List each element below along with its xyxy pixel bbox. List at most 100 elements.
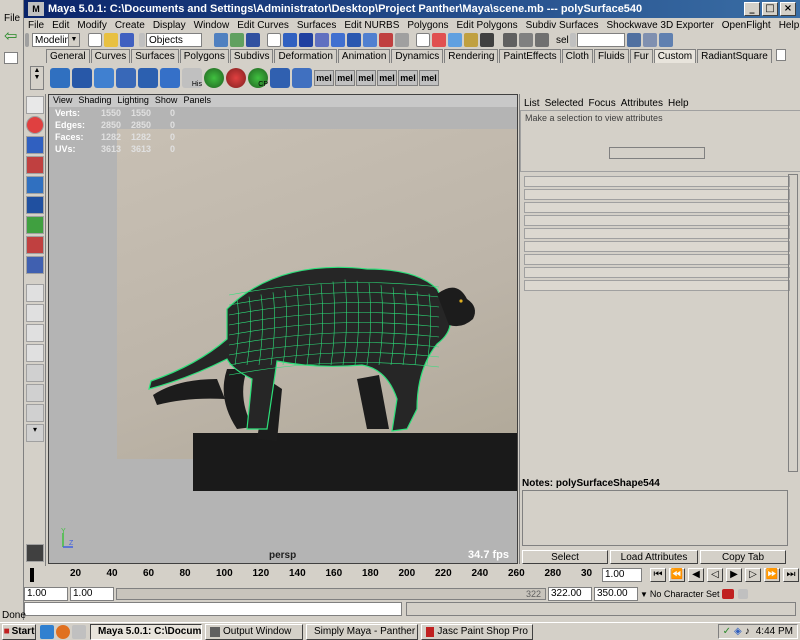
open-scene-icon[interactable] bbox=[104, 33, 118, 47]
append-polygon-icon[interactable] bbox=[138, 68, 158, 88]
playback-start-field[interactable]: 1.00 bbox=[70, 587, 114, 601]
save-scene-icon[interactable] bbox=[120, 33, 134, 47]
quick-select-input[interactable] bbox=[576, 33, 625, 47]
mask-render-icon[interactable] bbox=[379, 33, 393, 47]
menu-display[interactable]: Display bbox=[149, 20, 190, 31]
ie-quicklaunch-icon[interactable] bbox=[40, 624, 54, 639]
menu-edit[interactable]: Edit bbox=[48, 20, 73, 31]
taskbar-item[interactable]: Maya 5.0.1: C:\Docum... bbox=[90, 623, 202, 640]
attr-menu-selected[interactable]: Selected bbox=[543, 98, 586, 109]
new-scene-icon[interactable] bbox=[88, 33, 102, 47]
viewport-menu-view[interactable]: View bbox=[51, 95, 74, 107]
persp-outliner-layout-icon[interactable] bbox=[26, 344, 44, 362]
load-attributes-button[interactable]: Load Attributes bbox=[610, 550, 698, 564]
snap-curve-icon[interactable] bbox=[432, 33, 446, 47]
menu-create[interactable]: Create bbox=[111, 20, 149, 31]
network-icon[interactable]: ◈ bbox=[734, 626, 742, 637]
scale-tool-icon[interactable] bbox=[26, 176, 44, 194]
step-forward-frame-icon[interactable]: ▷ bbox=[745, 568, 761, 582]
mask-surface-icon[interactable] bbox=[331, 33, 345, 47]
tab-fur[interactable]: Fur bbox=[629, 49, 653, 63]
smooth-proxy-icon[interactable] bbox=[204, 68, 224, 88]
attr-menu-focus[interactable]: Focus bbox=[586, 98, 617, 109]
volume-icon[interactable]: ♪ bbox=[745, 626, 750, 637]
taskbar-item[interactable]: Jasc Paint Shop Pro bbox=[421, 623, 533, 640]
combine-icon[interactable] bbox=[292, 68, 312, 88]
current-frame-field[interactable]: 1.00 bbox=[602, 568, 642, 582]
tab-general[interactable]: General bbox=[46, 49, 90, 63]
mode-dropdown[interactable]: Modeling ▼ bbox=[32, 33, 80, 47]
attribute-scrollbar[interactable] bbox=[788, 174, 798, 472]
mask-arrow-icon[interactable] bbox=[139, 33, 145, 47]
menu-polygons[interactable]: Polygons bbox=[403, 20, 452, 31]
channel-box-toggle-icon[interactable] bbox=[626, 33, 641, 47]
back-arrow-icon[interactable]: ⇦ bbox=[4, 29, 20, 45]
history-icon[interactable]: His bbox=[182, 68, 202, 88]
chevron-up-icon[interactable]: ▲ bbox=[31, 67, 43, 74]
menu-window[interactable]: Window bbox=[190, 20, 234, 31]
tab-radiantsquare[interactable]: RadiantSquare bbox=[697, 49, 772, 63]
start-button[interactable]: ■ Start bbox=[2, 623, 36, 640]
tab-dynamics[interactable]: Dynamics bbox=[391, 49, 444, 63]
mask-joint-icon[interactable] bbox=[299, 33, 313, 47]
go-to-start-icon[interactable]: ⏮ bbox=[650, 568, 666, 582]
persp-graph-hypergraph-icon[interactable] bbox=[26, 404, 44, 422]
chevron-down-icon[interactable]: ▼ bbox=[640, 590, 648, 599]
taskbar-item[interactable]: Simply Maya - Panther W... bbox=[306, 623, 418, 640]
close-button[interactable]: × bbox=[780, 2, 796, 16]
four-pane-layout-icon[interactable] bbox=[26, 304, 44, 322]
side-by-side-layout-icon[interactable] bbox=[26, 324, 44, 342]
render-globals-icon[interactable] bbox=[535, 33, 549, 47]
attribute-name-field[interactable] bbox=[609, 147, 705, 159]
collapse-handle-icon[interactable] bbox=[25, 33, 29, 47]
menu-edit-nurbs[interactable]: Edit NURBS bbox=[340, 20, 403, 31]
manipulator-tool-icon[interactable] bbox=[26, 196, 44, 214]
mel-script-button[interactable]: mel bbox=[419, 70, 439, 86]
persp-graph-layout-icon[interactable] bbox=[26, 364, 44, 382]
split-polygon-icon[interactable] bbox=[116, 68, 136, 88]
outer-file-menu[interactable]: File bbox=[4, 13, 20, 24]
time-slider[interactable]: 20 40 60 80 100 120 140 160 180 200 220 240 260 280 30… bbox=[24, 566, 800, 586]
minimize-button[interactable]: _ bbox=[744, 2, 760, 16]
layout-options-icon[interactable]: ▾ bbox=[26, 424, 44, 442]
attr-menu-list[interactable]: List bbox=[522, 98, 542, 109]
step-back-frame-icon[interactable]: ◀ bbox=[688, 568, 704, 582]
attribute-row[interactable] bbox=[524, 254, 790, 265]
perspective-viewport[interactable]: View Shading Lighting Show Panels Verts: 1550… bbox=[48, 94, 518, 564]
menu-modify[interactable]: Modify bbox=[73, 20, 110, 31]
start-time-field[interactable]: 1.00 bbox=[24, 587, 68, 601]
viewport-menu-lighting[interactable]: Lighting bbox=[115, 95, 151, 107]
anim-prefs-icon[interactable] bbox=[738, 589, 749, 599]
move-tool-icon[interactable] bbox=[26, 136, 44, 154]
snap-grid-icon[interactable] bbox=[416, 33, 430, 47]
play-forward-icon[interactable]: ▶ bbox=[726, 568, 742, 582]
mel-script-button[interactable]: mel bbox=[356, 70, 376, 86]
tab-subdivs[interactable]: Subdivs bbox=[229, 49, 274, 63]
mask-misc-icon[interactable] bbox=[395, 33, 409, 47]
maximize-button[interactable]: □ bbox=[762, 2, 778, 16]
soft-mod-tool-icon[interactable] bbox=[26, 216, 44, 234]
menu-edit-curves[interactable]: Edit Curves bbox=[233, 20, 293, 31]
delete-history-icon[interactable] bbox=[226, 68, 246, 88]
single-pane-layout-icon[interactable] bbox=[26, 284, 44, 302]
construction-history-icon[interactable] bbox=[480, 33, 494, 47]
viewport-menu-panels[interactable]: Panels bbox=[181, 95, 213, 107]
chevron-down-icon[interactable]: ▼ bbox=[31, 74, 43, 81]
menu-file[interactable]: File bbox=[24, 20, 48, 31]
shelf-scroll[interactable]: ▲ ▼ bbox=[30, 66, 44, 90]
attr-menu-attributes[interactable]: Attributes bbox=[619, 98, 665, 109]
mask-handle-icon[interactable] bbox=[283, 33, 297, 47]
tab-rendering[interactable]: Rendering bbox=[444, 49, 499, 63]
last-tool-icon[interactable] bbox=[26, 256, 44, 274]
select-object-icon[interactable] bbox=[230, 33, 244, 47]
notes-textarea[interactable] bbox=[522, 490, 788, 546]
attribute-row[interactable] bbox=[524, 280, 790, 291]
quick-select-arrow-icon[interactable] bbox=[569, 33, 576, 47]
mask-deformer-icon[interactable] bbox=[347, 33, 361, 47]
tab-curves[interactable]: Curves bbox=[90, 49, 131, 63]
mel-script-button[interactable]: mel bbox=[314, 70, 334, 86]
tab-surfaces[interactable]: Surfaces bbox=[131, 49, 179, 63]
attribute-row[interactable] bbox=[524, 241, 790, 252]
select-tool-icon[interactable] bbox=[26, 96, 44, 114]
hypershade-layout-icon[interactable] bbox=[26, 384, 44, 402]
